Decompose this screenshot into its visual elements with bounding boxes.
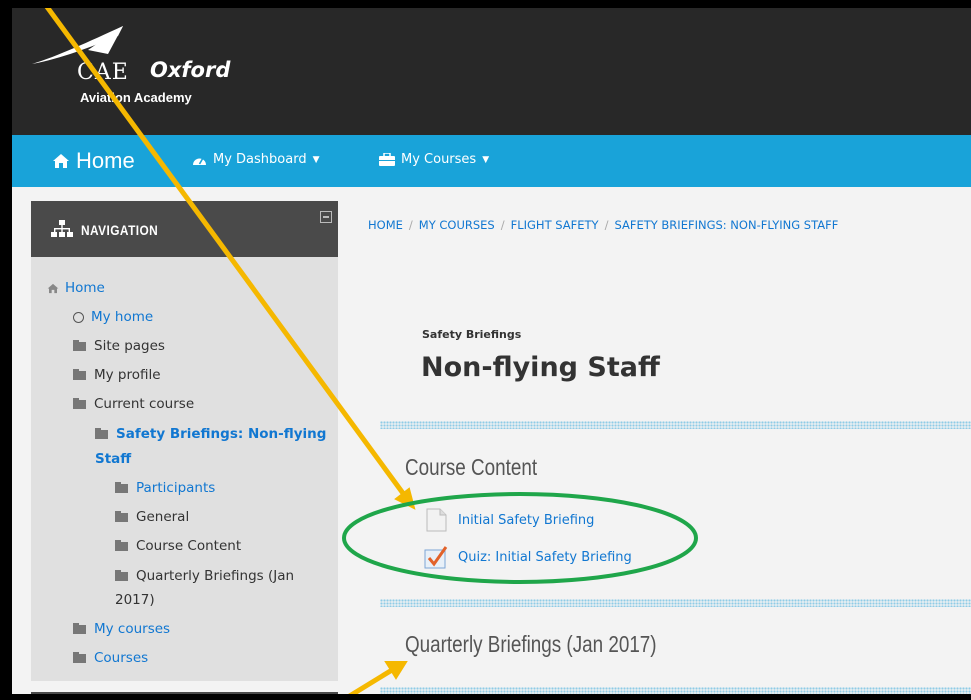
nav-home-link[interactable]: Home [52, 148, 135, 174]
breadcrumb-separator: / [408, 218, 413, 232]
activity-quiz-initial-safety-briefing[interactable]: Quiz: Initial Safety Briefing [424, 545, 632, 569]
nav-dashboard-label: My Dashboard [213, 152, 307, 167]
briefcase-icon [379, 153, 395, 166]
nav-tree-home[interactable]: Home [47, 280, 105, 296]
nav-tree-home-label: Home [65, 280, 105, 296]
nav-tree-general[interactable]: General [115, 509, 189, 525]
site-header: CAE Oxford Aviation Academy [12, 8, 971, 135]
section-divider [380, 421, 971, 429]
folder-icon [115, 481, 128, 493]
folder-icon [95, 427, 108, 439]
course-short-name: Safety Briefings [422, 328, 522, 341]
page-title: Non-flying Staff [421, 352, 660, 383]
folder-icon [73, 397, 86, 409]
dashboard-icon [193, 157, 206, 165]
section-divider [380, 599, 971, 607]
nav-tree-my-home[interactable]: My home [73, 309, 153, 325]
logo-name: Oxford [150, 58, 231, 82]
section-title-quarterly-briefings: Quarterly Briefings (Jan 2017) [405, 631, 657, 657]
nav-tree-course-content-label: Course Content [136, 538, 242, 554]
nav-tree-quarterly-label-line1: Quarterly Briefings (Jan [136, 568, 295, 584]
folder-icon [73, 368, 86, 380]
folder-icon [115, 510, 128, 522]
folder-icon [115, 539, 128, 551]
section-title-course-content: Course Content [405, 454, 538, 480]
nav-tree-course-content[interactable]: Course Content [115, 538, 241, 554]
nav-tree-current-course[interactable]: Current course [73, 396, 194, 412]
folder-icon [73, 622, 86, 634]
nav-tree-course-safety-briefings-line2[interactable]: Staff [95, 451, 131, 467]
quiz-icon [424, 546, 448, 569]
nav-tree-quarterly-briefings[interactable]: Quarterly Briefings (Jan [115, 568, 294, 584]
breadcrumb-home[interactable]: HOME [368, 218, 403, 232]
nav-dashboard-menu[interactable]: My Dashboard ▼ [192, 152, 320, 167]
circle-icon [73, 311, 84, 323]
nav-tree-course-safety-briefings[interactable]: Safety Briefings: Non-flying [95, 426, 326, 442]
collapse-icon[interactable] [320, 211, 332, 223]
chevron-down-icon: ▼ [482, 154, 490, 165]
nav-courses-menu[interactable]: My Courses ▼ [379, 152, 489, 167]
page-icon [426, 508, 447, 532]
breadcrumb-separator: / [604, 218, 609, 232]
navigation-block-header: NAVIGATION [31, 201, 338, 257]
chevron-down-icon: ▼ [312, 154, 320, 165]
breadcrumb-course[interactable]: SAFETY BRIEFINGS: NON-FLYING STAFF [614, 218, 838, 232]
top-navbar: Home My Dashboard ▼ My Courses ▼ [12, 135, 971, 187]
activity-label: Initial Safety Briefing [458, 512, 595, 528]
navigation-title: NAVIGATION [81, 222, 159, 238]
section-divider [380, 687, 971, 694]
page-frame: CAE Oxford Aviation Academy Home My Dash… [0, 0, 971, 700]
activity-label: Quiz: Initial Safety Briefing [458, 549, 632, 565]
folder-icon [73, 651, 86, 663]
nav-tree-my-courses-label: My courses [94, 621, 171, 637]
folder-icon [115, 569, 128, 581]
breadcrumb-my-courses[interactable]: MY COURSES [419, 218, 495, 232]
nav-tree-current-course-label: Current course [94, 396, 195, 412]
home-icon [47, 283, 59, 293]
nav-tree-general-label: General [136, 509, 190, 525]
nav-tree-my-profile-label: My profile [94, 367, 161, 383]
nav-tree-site-pages-label: Site pages [94, 338, 165, 354]
main-content: HOME / MY COURSES / FLIGHT SAFETY / SAFETY BRI… [355, 201, 971, 694]
navigation-block: NAVIGATION Home My home Site pages My pr… [31, 201, 338, 681]
nav-tree-site-pages[interactable]: Site pages [73, 338, 165, 354]
nav-tree-participants-label: Participants [136, 480, 216, 496]
nav-tree-my-home-label: My home [91, 309, 154, 325]
nav-tree-quarterly-label-line2: 2017) [115, 592, 155, 608]
breadcrumb-flight-safety[interactable]: FLIGHT SAFETY [511, 218, 599, 232]
sitemap-icon [51, 220, 73, 237]
breadcrumb-separator: / [500, 218, 505, 232]
nav-tree-participants[interactable]: Participants [115, 480, 215, 496]
nav-tree-quarterly-briefings-line2[interactable]: 2017) [115, 592, 155, 608]
nav-tree-courses[interactable]: Courses [73, 650, 148, 666]
home-icon [53, 154, 69, 168]
nav-tree-course-label-line2: Staff [95, 451, 132, 467]
nav-tree-my-profile[interactable]: My profile [73, 367, 161, 383]
nav-courses-label: My Courses [401, 152, 477, 167]
logo-brand: CAE [77, 60, 129, 85]
nav-tree-course-label-line1: Safety Briefings: Non-flying [116, 426, 327, 442]
breadcrumb: HOME / MY COURSES / FLIGHT SAFETY / SAFETY BRI… [368, 218, 838, 232]
activity-initial-safety-briefing[interactable]: Initial Safety Briefing [424, 508, 594, 532]
nav-tree-my-courses[interactable]: My courses [73, 621, 170, 637]
nav-tree-courses-label: Courses [94, 650, 149, 666]
folder-icon [73, 339, 86, 351]
nav-home-label: Home [76, 148, 135, 173]
next-block-header [31, 692, 338, 694]
logo-subtitle: Aviation Academy [80, 90, 192, 105]
